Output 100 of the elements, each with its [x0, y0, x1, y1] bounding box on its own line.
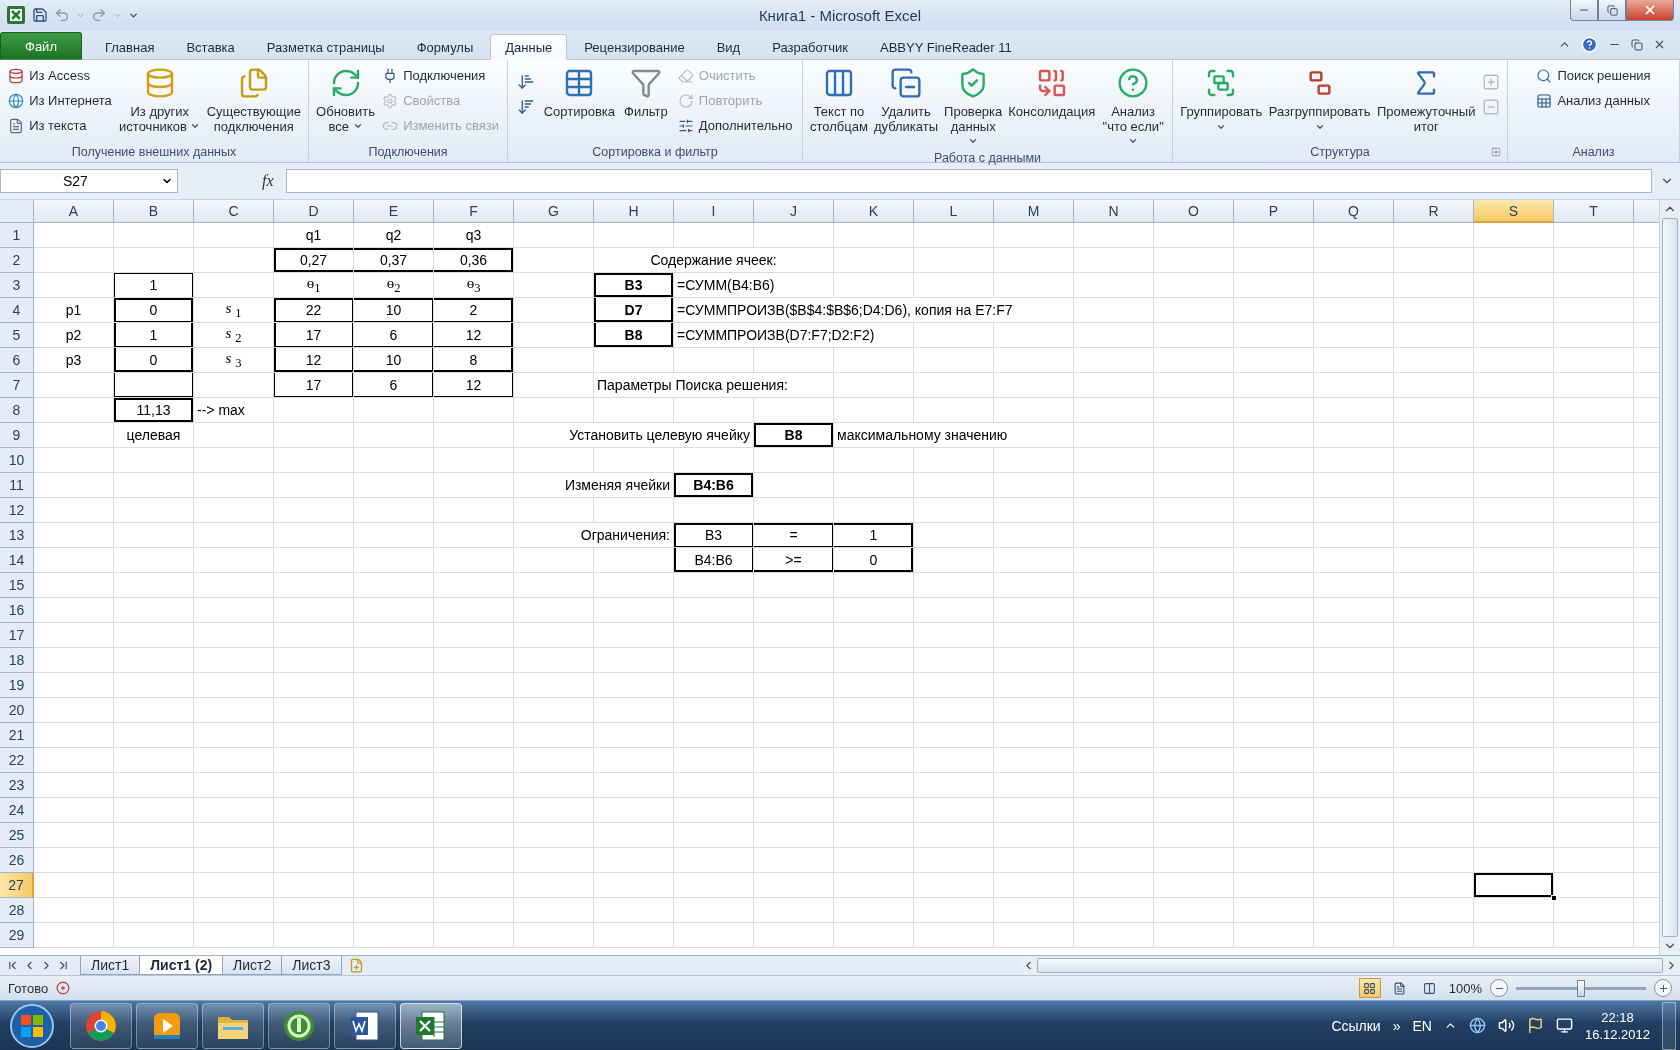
table-cell[interactable]: =СУММПРОИЗВ($B$4:$B$6;D4:D6), копия на E7:F7 — [674, 298, 1074, 323]
name-box[interactable]: S27 — [0, 169, 178, 193]
column-header[interactable]: L — [914, 200, 994, 223]
table-cell[interactable]: 0 — [834, 548, 914, 573]
row-header[interactable]: 1 — [0, 223, 34, 248]
table-cell[interactable]: 8 — [434, 348, 514, 373]
restore-icon[interactable] — [1631, 38, 1643, 51]
taskbar-button[interactable] — [268, 1002, 330, 1049]
language-indicator[interactable]: EN — [1412, 1017, 1432, 1034]
row-header[interactable]: 22 — [0, 748, 34, 773]
table-cell[interactable]: Параметры Поиска решения: — [594, 373, 834, 398]
minimize-button[interactable] — [1570, 0, 1598, 21]
volume-icon[interactable] — [1497, 1017, 1515, 1034]
column-header[interactable]: T — [1554, 200, 1634, 223]
ribbon-tab[interactable]: Данные — [490, 34, 568, 60]
ribbon-button[interactable]: Группировать — [1177, 63, 1266, 134]
column-header[interactable]: H — [594, 200, 674, 223]
row-header[interactable]: 2 — [0, 248, 34, 273]
row-header[interactable]: 5 — [0, 323, 34, 348]
ribbon-button[interactable]: Из текста — [4, 113, 116, 138]
close-icon[interactable] — [1653, 38, 1666, 51]
table-cell[interactable]: q2 — [354, 223, 434, 248]
table-cell[interactable]: целевая — [114, 423, 194, 448]
row-header[interactable]: 28 — [0, 898, 34, 923]
table-cell[interactable]: q3 — [434, 223, 514, 248]
ribbon-button[interactable]: Дополнительно — [673, 113, 797, 138]
zoom-in-button[interactable] — [1654, 979, 1672, 997]
row-header[interactable]: 27 — [0, 873, 34, 898]
zoom-out-button[interactable] — [1490, 979, 1508, 997]
table-cell[interactable]: 0,27 — [274, 248, 354, 273]
ribbon-tab[interactable]: Рецензирование — [569, 34, 700, 60]
ribbon-button[interactable]: Проверка данных — [941, 63, 1006, 151]
column-header[interactable]: B — [114, 200, 194, 223]
ribbon-tab[interactable]: Формулы — [401, 34, 489, 60]
table-cell[interactable]: 11,13 — [114, 398, 194, 423]
show-desktop-button[interactable] — [1662, 1001, 1676, 1050]
column-header[interactable]: F — [434, 200, 514, 223]
ribbon-button[interactable]: Существующие подключения — [203, 63, 304, 136]
table-cell[interactable]: B3 — [594, 273, 674, 298]
row-header[interactable]: 6 — [0, 348, 34, 373]
ribbon-button[interactable]: Подключения — [378, 63, 503, 88]
first-sheet-icon[interactable] — [6, 959, 19, 972]
row-header[interactable]: 9 — [0, 423, 34, 448]
ribbon-button[interactable]: Сортировка — [540, 63, 618, 121]
view-button[interactable] — [1358, 978, 1381, 998]
table-cell[interactable]: 10 — [354, 298, 434, 323]
links-toolbar[interactable]: Ссылки — [1331, 1017, 1381, 1034]
undo-icon[interactable] — [54, 7, 70, 23]
sheet-tab[interactable]: Лист1 — [80, 956, 141, 975]
row-header[interactable]: 17 — [0, 623, 34, 648]
column-header[interactable]: N — [1074, 200, 1154, 223]
table-cell[interactable]: Установить целевую ячейку — [514, 423, 754, 448]
row-header[interactable]: 19 — [0, 673, 34, 698]
row-header[interactable]: 29 — [0, 923, 34, 948]
ribbon-tab[interactable]: Разработчик — [757, 34, 863, 60]
table-cell[interactable]: 6 — [354, 323, 434, 348]
ribbon-button[interactable]: Из Access — [4, 63, 116, 88]
column-header[interactable]: S — [1474, 200, 1554, 223]
table-cell[interactable]: s $_{3}$ — [194, 348, 274, 373]
table-cell[interactable]: 0 — [114, 298, 194, 323]
column-header[interactable]: R — [1394, 200, 1474, 223]
ribbon-button[interactable]: Удалить дубликаты — [870, 63, 942, 136]
row-header[interactable]: 7 — [0, 373, 34, 398]
table-cell[interactable]: 12 — [434, 323, 514, 348]
close-button[interactable] — [1626, 0, 1674, 21]
table-cell[interactable]: 0 — [114, 348, 194, 373]
row-header[interactable]: 3 — [0, 273, 34, 298]
record-macro-icon[interactable] — [56, 981, 71, 995]
column-header[interactable]: C — [194, 200, 274, 223]
table-cell[interactable]: = — [754, 523, 834, 548]
table-cell[interactable]: ө$_{2}$ — [354, 273, 434, 298]
row-header[interactable]: 14 — [0, 548, 34, 573]
table-cell[interactable]: 2 — [434, 298, 514, 323]
column-header[interactable]: K — [834, 200, 914, 223]
ribbon-button[interactable]: Обновить все — [313, 63, 378, 136]
row-header[interactable]: 26 — [0, 848, 34, 873]
table-cell[interactable]: 6 — [354, 373, 434, 398]
ribbon-button[interactable]: Фильтр — [621, 63, 671, 121]
row-header[interactable]: 8 — [0, 398, 34, 423]
redo-icon[interactable] — [91, 7, 107, 23]
clock[interactable]: 22:18 16.12.2012 — [1584, 1008, 1650, 1043]
taskbar-button[interactable] — [334, 1002, 396, 1049]
row-header[interactable]: 10 — [0, 448, 34, 473]
column-header[interactable]: I — [674, 200, 754, 223]
scroll-thumb[interactable] — [1037, 958, 1663, 973]
ribbon-tab[interactable]: Разметка страницы — [251, 34, 400, 60]
taskbar-button[interactable] — [202, 1002, 264, 1049]
table-cell[interactable]: Ограничения: — [514, 523, 674, 548]
table-cell[interactable]: Содержание ячеек: — [594, 248, 834, 273]
table-cell[interactable]: --> max — [194, 398, 274, 423]
row-header[interactable]: 23 — [0, 773, 34, 798]
table-cell[interactable]: B8 — [594, 323, 674, 348]
column-header[interactable]: D — [274, 200, 354, 223]
table-cell[interactable]: B3 — [674, 523, 754, 548]
zoom-slider-thumb[interactable] — [1577, 979, 1585, 997]
restore-button[interactable] — [1598, 0, 1626, 21]
taskbar-button[interactable] — [400, 1002, 462, 1049]
row-header[interactable]: 4 — [0, 298, 34, 323]
table-cell[interactable]: =СУММ(B4:B6) — [674, 273, 834, 298]
formula-field[interactable] — [285, 169, 1652, 193]
